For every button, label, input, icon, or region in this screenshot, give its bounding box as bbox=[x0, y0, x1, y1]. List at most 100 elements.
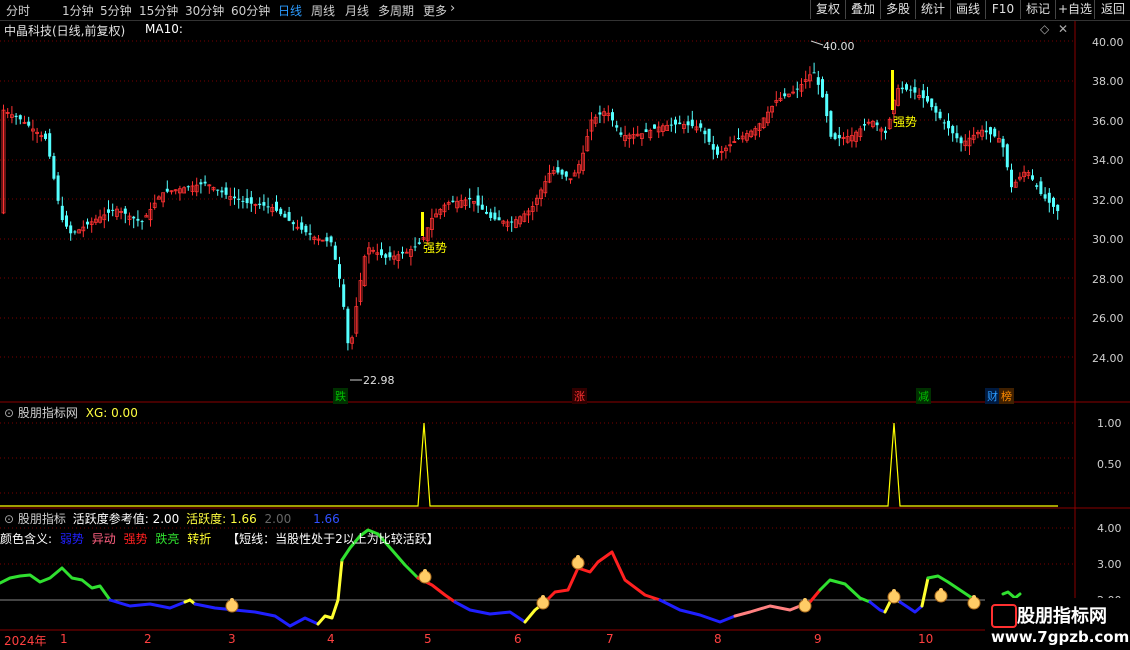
y-tick: 34.00 bbox=[1092, 154, 1124, 167]
money-bag-icon bbox=[803, 598, 807, 602]
x-axis-month: 7 bbox=[606, 632, 614, 646]
candle-body bbox=[837, 134, 841, 139]
candle-body bbox=[653, 124, 656, 129]
close-icon[interactable]: ✕ bbox=[1058, 22, 1068, 36]
candle-body bbox=[279, 208, 283, 215]
panel2-title: 股朋指标网 bbox=[17, 406, 78, 420]
candle-body bbox=[993, 128, 997, 137]
y-tick: 38.00 bbox=[1092, 75, 1124, 88]
candle-body bbox=[132, 216, 136, 219]
candle-body bbox=[384, 254, 388, 258]
candle-body bbox=[73, 231, 77, 233]
x-axis-month: 2 bbox=[144, 632, 152, 646]
candle-body bbox=[1031, 175, 1034, 180]
activity-segment bbox=[733, 604, 802, 618]
candle-body bbox=[900, 87, 904, 90]
y-tick: 3.00 bbox=[1097, 558, 1122, 571]
event-tag-ranking[interactable]: 榜 bbox=[999, 388, 1014, 404]
candle-body bbox=[833, 133, 837, 140]
candle-body bbox=[249, 197, 253, 204]
candle-body bbox=[388, 252, 392, 258]
candle-body bbox=[1035, 185, 1039, 187]
x-axis-year: 2024年 bbox=[4, 634, 47, 648]
candle-body bbox=[308, 233, 312, 235]
panel3-title: 股朋指标 bbox=[17, 512, 66, 526]
candle-body bbox=[951, 126, 955, 134]
activity-segment bbox=[898, 600, 924, 614]
activity-segment bbox=[453, 600, 527, 624]
event-tag-reduce[interactable]: 减 bbox=[916, 388, 931, 404]
candle-body bbox=[707, 128, 711, 142]
y-tick: 24.00 bbox=[1092, 352, 1124, 365]
candle-body bbox=[598, 112, 602, 115]
candle-body bbox=[224, 187, 228, 195]
logo-icon bbox=[991, 604, 1017, 628]
main-y-axis: 40.00 38.00 36.00 34.00 32.00 30.00 28.0… bbox=[1092, 36, 1124, 365]
x-axis-month: 10 bbox=[918, 632, 934, 646]
candle-body bbox=[468, 197, 472, 200]
legend-abnormal: 异动 bbox=[91, 532, 116, 546]
grey-value: 2.00 bbox=[264, 512, 292, 526]
money-bag-icon bbox=[230, 598, 234, 602]
candle-body bbox=[644, 129, 648, 133]
candle-body bbox=[926, 96, 929, 102]
candle-body bbox=[560, 169, 564, 175]
xg-signal-line bbox=[0, 422, 1058, 507]
event-tag-drop[interactable]: 跌 bbox=[333, 388, 348, 404]
low-price-label: 22.98 bbox=[363, 374, 395, 387]
y-tick: 30.00 bbox=[1092, 233, 1124, 246]
candle-body bbox=[1005, 144, 1009, 168]
candle-body bbox=[65, 215, 68, 227]
signal-candle bbox=[421, 212, 424, 236]
candle-body bbox=[485, 211, 488, 214]
activity-segment bbox=[316, 558, 344, 626]
activity-segment bbox=[543, 550, 662, 604]
chevron-down-icon[interactable]: ⊙ bbox=[4, 406, 14, 420]
candle-body bbox=[245, 198, 249, 204]
candle-body bbox=[325, 237, 329, 242]
candle-body bbox=[44, 133, 47, 139]
stock-title: 中晶科技(日线,前复权) bbox=[4, 24, 126, 38]
money-bag-icon bbox=[423, 569, 427, 573]
candle-body bbox=[1043, 194, 1047, 199]
x-axis-month: 4 bbox=[327, 632, 335, 646]
panel3-header: ⊙ 股朋指标 活跃度参考值: 2.00 活跃度: 1.66 2.00 1.66 bbox=[4, 510, 340, 527]
candle-body bbox=[930, 98, 934, 108]
panel2-header: ⊙ 股朋指标网 XG: 0.00 bbox=[4, 404, 138, 421]
money-bag-icon bbox=[541, 595, 545, 599]
candle-body bbox=[913, 87, 917, 93]
panel2-y-axis: 1.00 0.50 bbox=[1097, 417, 1122, 471]
kline-chart-canvas[interactable]: 40.00 38.00 36.00 34.00 32.00 30.00 28.0… bbox=[0, 0, 1130, 650]
color-legend: 颜色含义: 弱势 异动 强势 跌亮 转折 【短线：当股性处于2以上为比较活跃】 bbox=[0, 530, 439, 547]
y-tick: 1.00 bbox=[1097, 417, 1122, 430]
legend-weak: 弱势 bbox=[59, 532, 84, 546]
y-tick: 26.00 bbox=[1092, 312, 1124, 325]
legend-turn: 转折 bbox=[187, 532, 212, 546]
candle-body bbox=[1047, 192, 1051, 203]
chevron-down-icon[interactable]: ⊙ bbox=[4, 512, 14, 526]
event-tag-finance[interactable]: 财 bbox=[985, 388, 1000, 404]
candle-body bbox=[1010, 169, 1013, 188]
candle-body bbox=[199, 182, 203, 185]
candle-body bbox=[56, 175, 60, 201]
candle-body bbox=[27, 121, 31, 126]
candle-body bbox=[123, 208, 127, 214]
x-axis-month: 8 bbox=[714, 632, 722, 646]
candle-body bbox=[451, 200, 455, 202]
candle-body bbox=[556, 167, 560, 173]
event-tag-rise[interactable]: 涨 bbox=[572, 388, 587, 404]
candle-body bbox=[291, 222, 295, 225]
candle-body bbox=[686, 121, 690, 126]
activity-segment bbox=[658, 598, 737, 624]
candle-body bbox=[821, 79, 824, 98]
candle-body bbox=[287, 212, 291, 221]
diamond-icon[interactable]: ◇ bbox=[1040, 22, 1049, 36]
candle-body bbox=[863, 124, 866, 126]
candle-body bbox=[825, 93, 829, 117]
candle-body bbox=[678, 122, 682, 125]
candle-body bbox=[300, 222, 304, 230]
activity-segment bbox=[108, 598, 187, 610]
candle-body bbox=[489, 212, 493, 218]
y-tick: 4.00 bbox=[1097, 522, 1122, 535]
legend-note: 【短线：当股性处于2以上为比较活跃】 bbox=[227, 532, 439, 546]
